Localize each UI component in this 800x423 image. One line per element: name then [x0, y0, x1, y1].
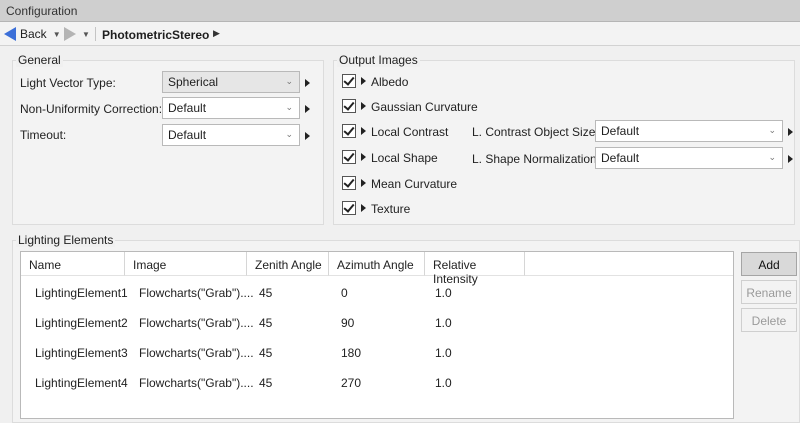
cell-relative-intensity: 1.0	[435, 376, 452, 390]
column-header-relative-intensity[interactable]: Relative Intensity	[425, 252, 525, 286]
light-vector-type-label: Light Vector Type:	[20, 76, 116, 90]
non-uniformity-label: Non-Uniformity Correction:	[20, 102, 163, 116]
column-header-azimuth-angle[interactable]: Azimuth Angle	[329, 252, 425, 276]
non-uniformity-value: Default	[168, 101, 207, 115]
check-icon	[343, 74, 355, 86]
forward-arrow-icon	[64, 27, 76, 41]
cell-relative-intensity: 1.0	[435, 346, 452, 360]
back-label: Back	[20, 27, 47, 41]
light-vector-type-value: Spherical	[168, 75, 219, 89]
cell-azimuth-angle: 270	[341, 376, 362, 390]
cell-name: LightingElement2	[35, 316, 128, 330]
cell-image: Flowcharts("Grab")....	[139, 376, 254, 390]
breadcrumb[interactable]: PhotometricStereo	[102, 28, 209, 42]
mean-curvature-checkbox[interactable]	[342, 176, 356, 190]
shape-normalization-value: Default	[601, 151, 640, 165]
expand-arrow-icon[interactable]	[305, 79, 310, 87]
column-header-image[interactable]: Image	[125, 252, 247, 276]
mean-curvature-label: Mean Curvature	[371, 177, 458, 191]
timeout-value: Default	[168, 128, 207, 142]
chevron-down-icon: ⌄	[768, 152, 776, 162]
back-arrow-icon	[4, 27, 16, 41]
expand-arrow-icon[interactable]	[361, 102, 366, 110]
timeout-combo[interactable]: Default ⌄	[162, 124, 300, 146]
lighting-elements-title: Lighting Elements	[16, 233, 116, 247]
cell-name: LightingElement1	[35, 286, 128, 300]
forward-button[interactable]: ▼	[64, 25, 90, 43]
cell-zenith-angle: 45	[259, 376, 273, 390]
cell-image: Flowcharts("Grab")....	[139, 286, 254, 300]
forward-dropdown-icon[interactable]: ▼	[82, 30, 90, 39]
column-header-zenith-angle[interactable]: Zenith Angle	[247, 252, 329, 276]
delete-button[interactable]: Delete	[741, 308, 797, 332]
chevron-down-icon: ⌄	[285, 129, 293, 139]
gaussian-curvature-label: Gaussian Curvature	[371, 100, 478, 114]
table-row[interactable]: LightingElement4 Flowcharts("Grab").... …	[21, 370, 733, 398]
cell-azimuth-angle: 90	[341, 316, 355, 330]
texture-checkbox[interactable]	[342, 201, 356, 215]
light-vector-type-combo[interactable]: Spherical ⌄	[162, 71, 300, 93]
texture-label: Texture	[371, 202, 411, 216]
cell-zenith-angle: 45	[259, 286, 273, 300]
general-title: General	[16, 53, 63, 67]
expand-arrow-icon[interactable]	[361, 204, 366, 212]
expand-arrow-icon[interactable]	[788, 155, 793, 163]
table-row[interactable]: LightingElement1 Flowcharts("Grab").... …	[21, 280, 733, 308]
cell-azimuth-angle: 180	[341, 346, 362, 360]
gaussian-curvature-checkbox[interactable]	[342, 99, 356, 113]
non-uniformity-combo[interactable]: Default ⌄	[162, 97, 300, 119]
back-dropdown-icon[interactable]: ▼	[53, 30, 61, 39]
expand-arrow-icon[interactable]	[305, 132, 310, 140]
output-images-title: Output Images	[337, 53, 420, 67]
albedo-label: Albedo	[371, 75, 409, 89]
cell-image: Flowcharts("Grab")....	[139, 346, 254, 360]
shape-normalization-label: L. Shape Normalization:	[472, 152, 601, 166]
column-header-name[interactable]: Name	[21, 252, 125, 276]
expand-arrow-icon[interactable]	[361, 153, 366, 161]
add-button[interactable]: Add	[741, 252, 797, 276]
header-filler	[525, 252, 733, 276]
local-contrast-label: Local Contrast	[371, 125, 449, 139]
expand-arrow-icon[interactable]	[361, 127, 366, 135]
check-icon	[343, 176, 355, 188]
local-shape-checkbox[interactable]	[342, 150, 356, 164]
expand-arrow-icon[interactable]	[305, 105, 310, 113]
timeout-label: Timeout:	[20, 128, 67, 142]
back-button[interactable]: Back ▼	[4, 25, 61, 43]
cell-relative-intensity: 1.0	[435, 286, 452, 300]
local-shape-label: Local Shape	[371, 151, 438, 165]
expand-arrow-icon[interactable]	[788, 128, 793, 136]
navigation-toolbar: Back ▼ ▼ PhotometricStereo ▶	[0, 22, 800, 46]
cell-zenith-angle: 45	[259, 316, 273, 330]
albedo-checkbox[interactable]	[342, 74, 356, 88]
lighting-elements-table[interactable]: Name Image Zenith Angle Azimuth Angle Re…	[20, 251, 734, 419]
shape-normalization-combo[interactable]: Default ⌄	[595, 147, 783, 169]
cell-relative-intensity: 1.0	[435, 316, 452, 330]
check-icon	[343, 124, 355, 136]
cell-name: LightingElement3	[35, 346, 128, 360]
contrast-object-size-value: Default	[601, 124, 640, 138]
cell-image: Flowcharts("Grab")....	[139, 316, 254, 330]
cell-name: LightingElement4	[35, 376, 128, 390]
toolbar-separator	[95, 27, 96, 41]
rename-button[interactable]: Rename	[741, 280, 797, 304]
chevron-down-icon: ⌄	[285, 76, 293, 86]
breadcrumb-arrow-icon[interactable]: ▶	[213, 28, 220, 39]
table-row[interactable]: LightingElement2 Flowcharts("Grab").... …	[21, 310, 733, 338]
check-icon	[343, 99, 355, 111]
contrast-object-size-combo[interactable]: Default ⌄	[595, 120, 783, 142]
check-icon	[343, 150, 355, 162]
table-row[interactable]: LightingElement3 Flowcharts("Grab").... …	[21, 340, 733, 368]
expand-arrow-icon[interactable]	[361, 77, 366, 85]
cell-azimuth-angle: 0	[341, 286, 348, 300]
contrast-object-size-label: L. Contrast Object Size:	[472, 125, 599, 139]
chevron-down-icon: ⌄	[768, 125, 776, 135]
chevron-down-icon: ⌄	[285, 102, 293, 112]
cell-zenith-angle: 45	[259, 346, 273, 360]
expand-arrow-icon[interactable]	[361, 179, 366, 187]
local-contrast-checkbox[interactable]	[342, 124, 356, 138]
window-title: Configuration	[0, 0, 800, 22]
check-icon	[343, 201, 355, 213]
